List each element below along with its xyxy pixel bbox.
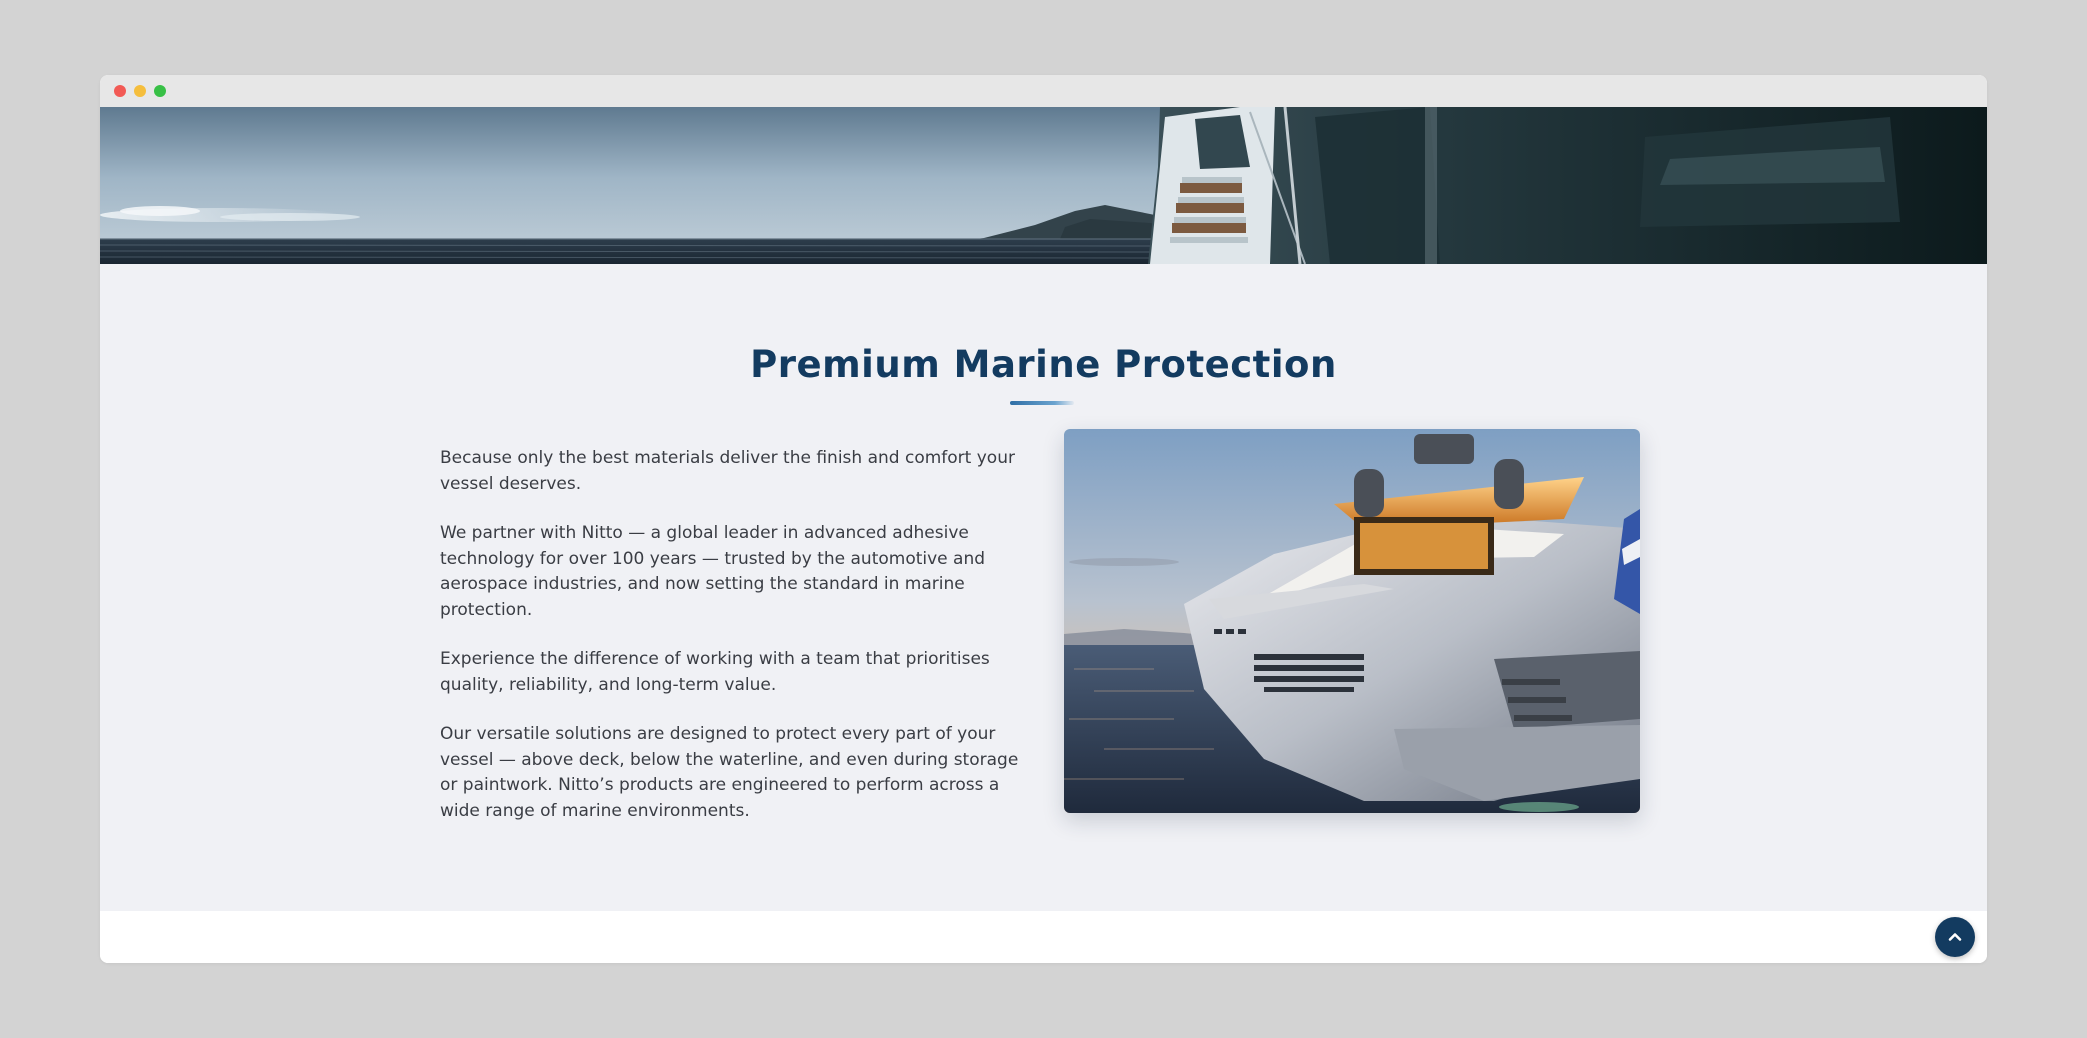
- close-window-button[interactable]: [114, 85, 126, 97]
- content-section: Premium Marine Protection Because only t…: [100, 264, 1987, 911]
- yacht-photo: [1064, 429, 1640, 813]
- scroll-to-top-button[interactable]: [1935, 917, 1975, 957]
- intro-paragraph: Because only the best materials deliver …: [440, 448, 1015, 494]
- partner-paragraph: We partner with Nitto — a global leader …: [440, 523, 986, 620]
- section-text-column: Because only the best materials deliver …: [440, 446, 1030, 848]
- footer-strip: [100, 911, 1987, 963]
- window-titlebar: [100, 75, 1987, 107]
- quality-paragraph: Experience the difference of working wit…: [440, 649, 990, 695]
- chevron-up-icon: [1948, 933, 1962, 941]
- maximize-window-button[interactable]: [154, 85, 166, 97]
- minimize-window-button[interactable]: [134, 85, 146, 97]
- solutions-paragraph: Our versatile solutions are designed to …: [440, 724, 1019, 821]
- browser-window: Premium Marine Protection Because only t…: [100, 75, 1987, 963]
- section-title: Premium Marine Protection: [750, 343, 1337, 386]
- title-underline-divider: [1010, 401, 1074, 405]
- hero-banner-image: [100, 107, 1987, 264]
